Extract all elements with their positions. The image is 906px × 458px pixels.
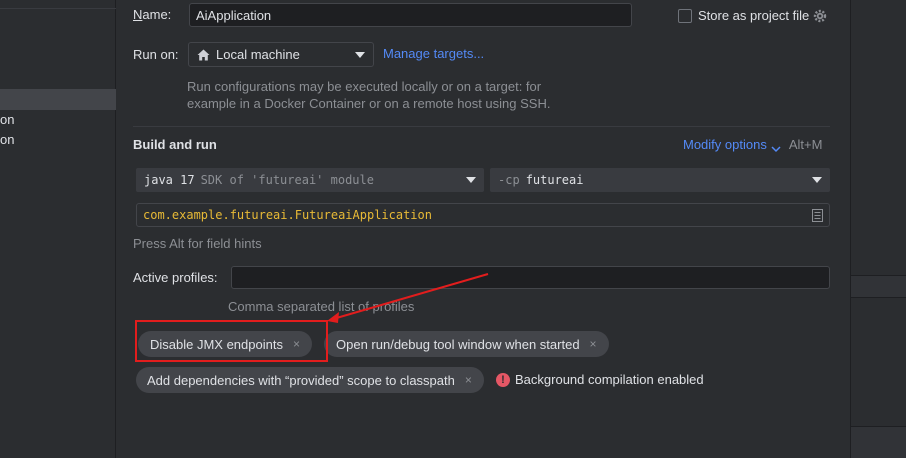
classpath-value: futureai — [525, 173, 584, 187]
run-on-label: Run on: — [133, 47, 179, 62]
chip-label: Add dependencies with “provided” scope t… — [147, 372, 455, 388]
modify-options-link[interactable]: Modify options Alt+M — [683, 137, 822, 152]
gear-icon[interactable] — [813, 9, 827, 23]
right-panel-band — [851, 426, 906, 458]
jdk-select[interactable]: java 17 SDK of 'futureai' module — [136, 168, 484, 192]
chevron-down-icon — [771, 141, 781, 152]
run-config-form: Name: AiApplication Store as project fil… — [117, 0, 850, 458]
modify-options-shortcut: Alt+M — [788, 137, 823, 152]
chip-open-run-debug[interactable]: Open run/debug tool window when started … — [324, 331, 609, 357]
section-separator — [133, 126, 830, 127]
sidebar-divider — [0, 8, 116, 9]
run-on-select[interactable]: Local machine — [188, 42, 374, 67]
home-icon — [197, 49, 210, 61]
modify-options-label: Modify options — [683, 137, 767, 152]
sidebar-selected-item[interactable] — [0, 89, 116, 110]
field-hint: Press Alt for field hints — [133, 236, 262, 251]
classpath-prefix: -cp — [498, 173, 520, 187]
chip-label: Open run/debug tool window when started — [336, 336, 580, 352]
run-on-hint-line: Run configurations may be executed local… — [187, 79, 542, 94]
config-tree-sidebar: on on — [0, 0, 116, 458]
store-label: Store as project file — [698, 8, 810, 23]
name-input[interactable]: AiApplication — [189, 3, 632, 27]
main-class-value: com.example.futureai.FutureaiApplication — [143, 208, 432, 222]
chip-add-dependencies[interactable]: Add dependencies with “provided” scope t… — [136, 367, 484, 393]
classpath-select[interactable]: -cp futureai — [490, 168, 830, 192]
name-input-value: AiApplication — [196, 7, 272, 23]
sidebar-item-label[interactable]: on — [0, 112, 14, 127]
right-panel-divider — [851, 426, 906, 427]
close-icon[interactable]: × — [465, 373, 472, 387]
jdk-value: java 17 — [144, 173, 195, 187]
chevron-down-icon — [466, 177, 476, 183]
run-on-value: Local machine — [216, 47, 300, 62]
chevron-down-icon — [355, 51, 365, 58]
background-compilation-warning: ! Background compilation enabled — [496, 372, 704, 387]
active-profiles-label: Active profiles: — [133, 270, 218, 285]
name-label-text: ame: — [142, 7, 172, 22]
highlight-box — [135, 320, 328, 362]
close-icon[interactable]: × — [590, 337, 597, 351]
sidebar-item-label[interactable]: on — [0, 132, 14, 147]
chevron-down-icon — [812, 177, 822, 183]
right-panel-divider — [851, 275, 906, 276]
run-on-hint-line: example in a Docker Container or on a re… — [187, 96, 551, 111]
store-as-project-file[interactable]: Store as project file — [678, 8, 827, 23]
store-checkbox[interactable] — [678, 8, 692, 23]
run-on-hint: Run configurations may be executed local… — [187, 78, 550, 112]
right-panel-strip — [850, 0, 906, 458]
name-label-mnemonic: N — [133, 7, 143, 22]
manage-targets-link[interactable]: Manage targets... — [383, 46, 484, 61]
annotation-arrow — [327, 273, 489, 323]
name-label: Name: — [133, 7, 171, 22]
error-icon: ! — [496, 372, 510, 387]
browse-class-icon[interactable] — [812, 208, 823, 222]
build-and-run-title: Build and run — [133, 137, 217, 152]
main-class-input[interactable]: com.example.futureai.FutureaiApplication — [136, 203, 830, 227]
right-panel-band — [851, 275, 906, 297]
warning-text: Background compilation enabled — [515, 372, 704, 387]
jdk-hint: SDK of 'futureai' module — [200, 173, 374, 187]
right-panel-divider — [851, 297, 906, 298]
